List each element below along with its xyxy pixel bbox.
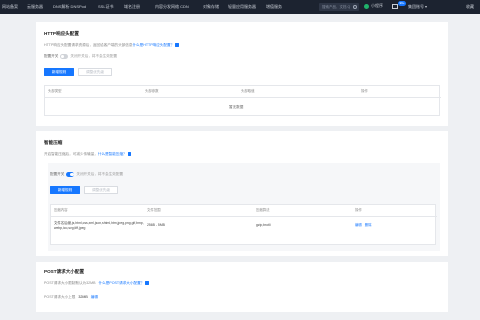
section-desc: 开启智能压缩后，可减少传输量，什么是智能压缩？ <box>44 152 132 156</box>
toggle-hint: 关闭开关后，将不会生效配置 <box>70 54 118 59</box>
nav-tab[interactable]: 内容分发网络 CDN <box>155 4 189 10</box>
edit-link[interactable]: 编辑 <box>91 295 98 299</box>
nav-tab[interactable]: 轻量应用服务器 <box>228 4 256 10</box>
section-desc: POST请求大小限制默认为32MB 什么是POST请求大小配置？ <box>44 281 149 285</box>
file-range: 256B - 5MB <box>147 223 165 227</box>
toggle-hint: 关闭开关后，将不会生效配置 <box>76 172 124 177</box>
column-header: 操作 <box>361 89 368 93</box>
column-header: 头部类型 <box>48 89 62 93</box>
desc-text: 开启智能压缩后，可减少传输量， <box>44 152 98 156</box>
section-title: HTTP响应头配置 <box>44 31 79 36</box>
column-header: 操作 <box>355 208 362 212</box>
http-header-card: HTTP响应头配置 HTTP响应头配置请求资源后，返回给客户端的头部信息什么是H… <box>36 22 448 126</box>
nav-tab[interactable]: 云服务器 <box>27 4 43 10</box>
limit-label: POST请求大小上限 <box>44 295 76 299</box>
top-nav: 网站备案 云服务器 DNS解析 DNSPod SSL证书 域名注册 内容分发网络… <box>0 0 480 14</box>
help-link[interactable]: 什么是POST请求大小配置？ <box>99 281 145 285</box>
nav-tab[interactable]: 对象存储 <box>203 4 219 10</box>
section-title: POST请求大小配置 <box>44 269 85 274</box>
empty-state: 暂无数据 <box>229 105 244 109</box>
desc-text: POST请求大小限制默认为32MB <box>44 281 96 285</box>
mini-program-label: 小程序 <box>371 3 383 9</box>
user-menu[interactable]: 集团账号 <box>408 4 427 10</box>
compress-content-line1: 文件名后缀,js,html,css,xml,json,shtml,htm,jpe… <box>54 221 144 225</box>
info-icon <box>127 152 132 156</box>
adjust-priority-button[interactable]: 调整优先级 <box>78 68 112 76</box>
column-header: 头部取值 <box>241 89 255 93</box>
nav-tab[interactable]: 增值服务 <box>266 4 282 10</box>
header-divider <box>45 97 441 98</box>
section-title: 智能压缩 <box>44 140 63 145</box>
info-icon <box>145 281 149 285</box>
mail-icon[interactable] <box>392 4 398 9</box>
add-rule-button[interactable]: 新增规则 <box>44 68 74 76</box>
column-header: 压缩内容 <box>54 208 68 212</box>
mini-program-link[interactable]: 小程序 <box>364 3 383 9</box>
info-icon <box>175 43 179 47</box>
column-header: 压缩算法 <box>256 208 270 212</box>
nav-tab[interactable]: DNS解析 DNSPod <box>53 4 86 10</box>
adjust-priority-button[interactable]: 调整优先级 <box>84 186 118 194</box>
post-size-card: POST请求大小配置 POST请求大小限制默认为32MB 什么是POST请求大小配… <box>36 262 448 312</box>
favorites-link[interactable]: 收藏 <box>466 4 474 10</box>
config-toggle[interactable] <box>60 54 69 59</box>
row-actions: 编辑 删除 <box>355 223 372 227</box>
nav-tab[interactable]: SSL证书 <box>98 4 114 10</box>
compress-algo: gzip,brotli <box>256 223 271 227</box>
section-desc: HTTP响应头配置请求资源后，返回给客户端的头部信息什么是HTTP响应头配置？ <box>44 43 179 47</box>
help-link[interactable]: 什么是HTTP响应头配置？ <box>132 43 174 47</box>
edit-link[interactable]: 编辑 <box>355 223 362 227</box>
search-input[interactable]: 搜索产品、文档 Q <box>319 3 359 11</box>
header-divider <box>51 216 437 217</box>
add-rule-button[interactable]: 新增规则 <box>50 186 80 194</box>
delete-link[interactable]: 删除 <box>365 223 372 227</box>
config-toggle[interactable] <box>66 172 75 177</box>
search-placeholder: 搜索产品、文档 Q <box>322 4 351 9</box>
toggle-label: 配置开关 <box>44 54 59 59</box>
column-header: 头部参数 <box>145 89 159 93</box>
compress-content-line2: webp,ico,svg,tiff,jpeg <box>54 226 86 230</box>
search-icon[interactable] <box>353 4 357 9</box>
nav-tab[interactable]: 网站备案 <box>2 4 18 10</box>
mail-badge: 99+ <box>398 0 407 6</box>
rules-table: 头部类型 头部参数 头部取值 操作 暂无数据 <box>44 85 441 116</box>
nav-tabs: 网站备案 云服务器 DNS解析 DNSPod SSL证书 域名注册 内容分发网络… <box>0 0 310 14</box>
rules-table: 压缩内容 文件范围 压缩算法 操作 文件名后缀,js,html,css,xml,… <box>50 204 437 245</box>
post-size-limit: POST请求大小上限 32MB 编辑 <box>44 295 98 299</box>
toggle-label: 配置开关 <box>50 172 65 177</box>
config-toggle-row: 配置开关 关闭开关后，将不会生效配置 <box>50 172 123 177</box>
limit-value: 32MB <box>78 295 88 299</box>
column-header: 文件范围 <box>147 208 161 212</box>
smart-compression-card: 智能压缩 开启智能压缩后，可减少传输量，什么是智能压缩？ 配置开关 关闭开关后，… <box>36 131 448 256</box>
help-link[interactable]: 什么是智能压缩？ <box>98 152 127 156</box>
mini-program-icon <box>364 4 369 9</box>
desc-text: HTTP响应头配置请求资源后，返回给客户端的头部信息 <box>44 43 133 47</box>
config-toggle-row: 配置开关 关闭开关后，将不会生效配置 <box>44 54 117 59</box>
nav-tab[interactable]: 域名注册 <box>124 4 140 10</box>
